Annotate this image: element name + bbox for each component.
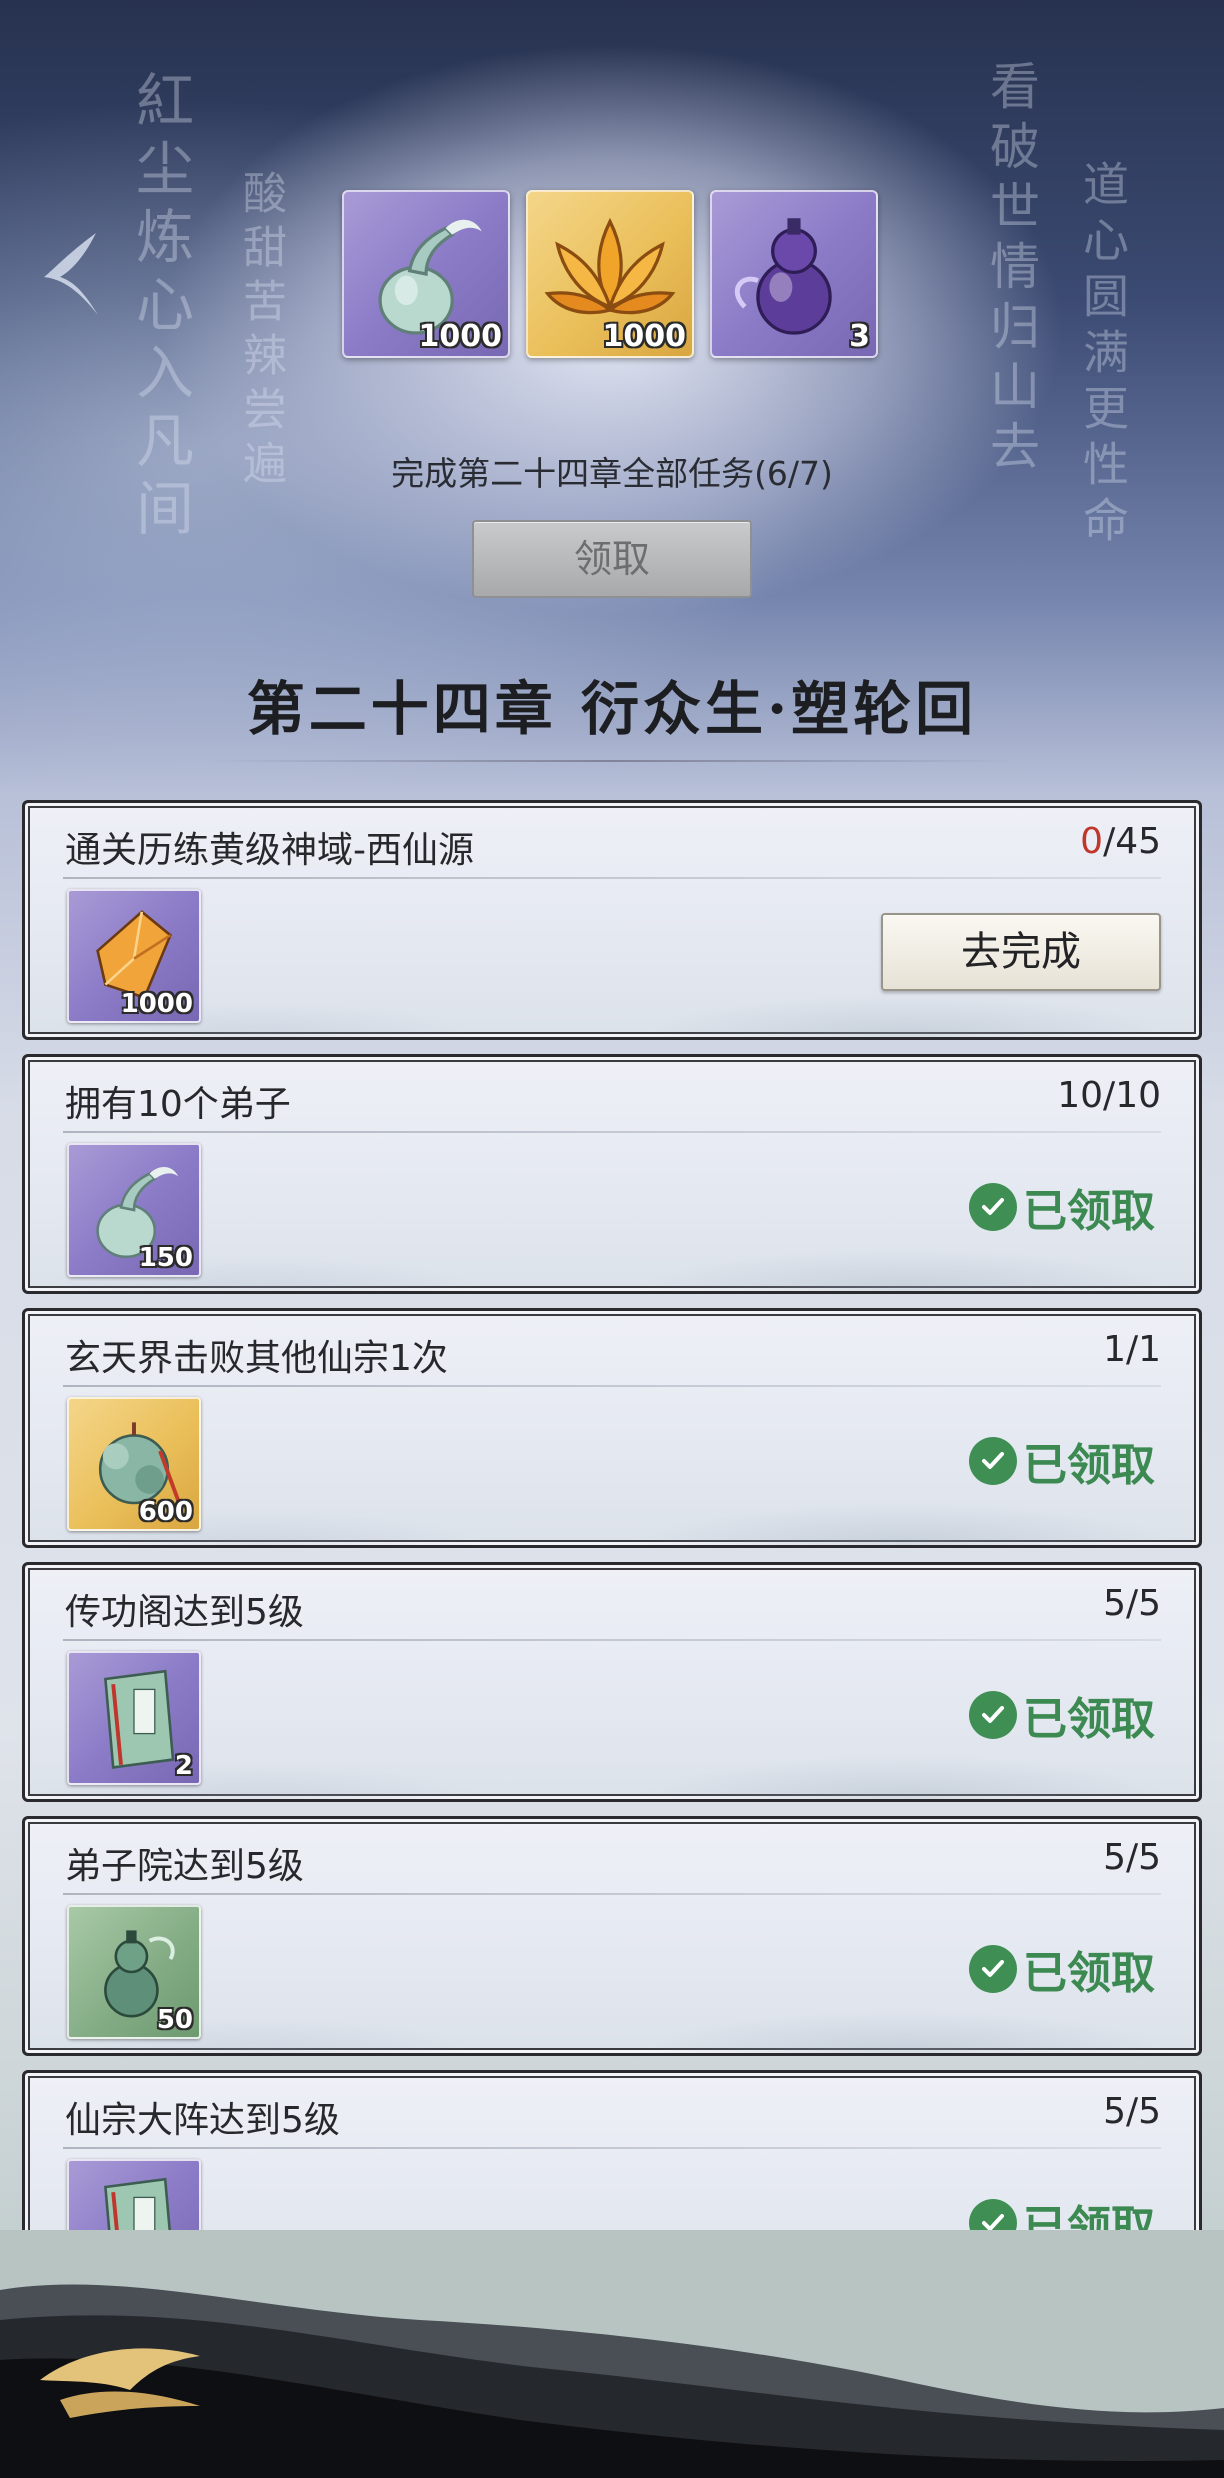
claimed-label: 已领取 xyxy=(1023,1186,1155,1237)
chapter-progress-text: 完成第二十四章全部任务(6/7) xyxy=(391,454,833,493)
green-gourd-icon[interactable]: 50 xyxy=(67,1905,201,2039)
task-divider xyxy=(63,1639,1161,1641)
chapter-rewards: 1000 1000 3 xyxy=(342,190,878,358)
task-name: 玄天界击败其他仙宗1次 xyxy=(65,1338,448,1379)
task-progress: 5/5 xyxy=(1103,1583,1161,1624)
check-icon xyxy=(969,2199,1017,2230)
jade-vase-icon[interactable]: 1000 xyxy=(342,190,510,358)
task-divider xyxy=(63,2147,1161,2149)
go-complete-button[interactable]: 去完成 xyxy=(881,913,1161,991)
check-icon xyxy=(969,1691,1017,1739)
item-count: 1000 xyxy=(120,989,193,1019)
claimed-status: 已领取 xyxy=(969,1175,1155,1239)
task-progress: 5/5 xyxy=(1103,2091,1161,2132)
calligraphy-left-2: 酸甜苦辣尝遍 xyxy=(235,170,286,494)
task-divider xyxy=(63,877,1161,879)
task-name: 仙宗大阵达到5级 xyxy=(65,2100,340,2141)
task-list[interactable]: 通关历练黄级神域-西仙源 0/45 1000 去完成 拥有10个弟子 10/10 xyxy=(22,800,1202,2230)
task-name: 拥有10个弟子 xyxy=(65,1084,291,1125)
task-name: 弟子院达到5级 xyxy=(65,1846,304,1887)
task-progress: 10/10 xyxy=(1057,1075,1161,1116)
chapter-title: 第二十四章 衍众生·塑轮回 xyxy=(246,675,978,743)
reward-count: 1000 xyxy=(602,319,687,354)
bottom-ink-decoration xyxy=(0,2230,1224,2478)
claimed-status: 已领取 xyxy=(969,1937,1155,2001)
task-divider xyxy=(63,1385,1161,1387)
task-name: 通关历练黄级神域-西仙源 xyxy=(65,830,474,871)
reward-count: 3 xyxy=(849,319,870,354)
calligraphy-right-1: 看破世情归山去 xyxy=(982,60,1040,480)
purple-gourd-icon[interactable]: 3 xyxy=(710,190,878,358)
check-icon xyxy=(969,1183,1017,1231)
task-divider xyxy=(63,1131,1161,1133)
task-divider xyxy=(63,1893,1161,1895)
task-panel-background: 紅尘炼心入凡间 酸甜苦辣尝遍 看破世情归山去 道心圆满更性命 1000 1000… xyxy=(0,0,1224,2478)
golden-lotus-icon[interactable]: 1000 xyxy=(526,190,694,358)
manual-book-icon[interactable]: 2 xyxy=(67,1651,201,1785)
item-count: 50 xyxy=(156,2005,193,2035)
task-card: 拥有10个弟子 10/10 150 已领取 xyxy=(22,1054,1202,1294)
claimed-status: 已领取 xyxy=(969,1429,1155,1493)
claim-chapter-reward-button[interactable]: 领取 xyxy=(472,520,752,598)
spirit-pouch-icon[interactable]: 600 xyxy=(67,1397,201,1531)
task-card: 玄天界击败其他仙宗1次 1/1 600 已领取 xyxy=(22,1308,1202,1548)
crane-emblem-icon xyxy=(44,233,98,315)
task-card: 通关历练黄级神域-西仙源 0/45 1000 去完成 xyxy=(22,800,1202,1040)
claimed-status: 已领取 xyxy=(969,1683,1155,1747)
task-name: 传功阁达到5级 xyxy=(65,1592,304,1633)
task-progress: 1/1 xyxy=(1103,1329,1161,1370)
check-icon xyxy=(969,1945,1017,1993)
item-count: 150 xyxy=(138,1243,193,1273)
item-count: 600 xyxy=(138,1497,193,1527)
manual-book-icon[interactable] xyxy=(67,2159,201,2230)
task-card: 传功阁达到5级 5/5 2 已领取 xyxy=(22,1562,1202,1802)
item-count: 2 xyxy=(174,1751,193,1781)
reward-count: 1000 xyxy=(418,319,503,354)
task-progress: 5/5 xyxy=(1103,1837,1161,1878)
task-card: 弟子院达到5级 5/5 50 已领取 xyxy=(22,1816,1202,2056)
claimed-label: 已领取 xyxy=(1023,1948,1155,1999)
task-progress: 0/45 xyxy=(1080,821,1161,862)
title-divider xyxy=(210,760,1014,762)
claimed-label: 已领取 xyxy=(1023,1694,1155,1745)
claimed-label: 已领取 xyxy=(1023,2202,1155,2230)
check-icon xyxy=(969,1437,1017,1485)
claimed-label: 已领取 xyxy=(1023,1440,1155,1491)
amber-crystal-icon[interactable]: 1000 xyxy=(67,889,201,1023)
jade-vase-icon[interactable]: 150 xyxy=(67,1143,201,1277)
task-card: 仙宗大阵达到5级 5/5 已领取 xyxy=(22,2070,1202,2230)
claimed-status: 已领取 xyxy=(969,2191,1155,2230)
